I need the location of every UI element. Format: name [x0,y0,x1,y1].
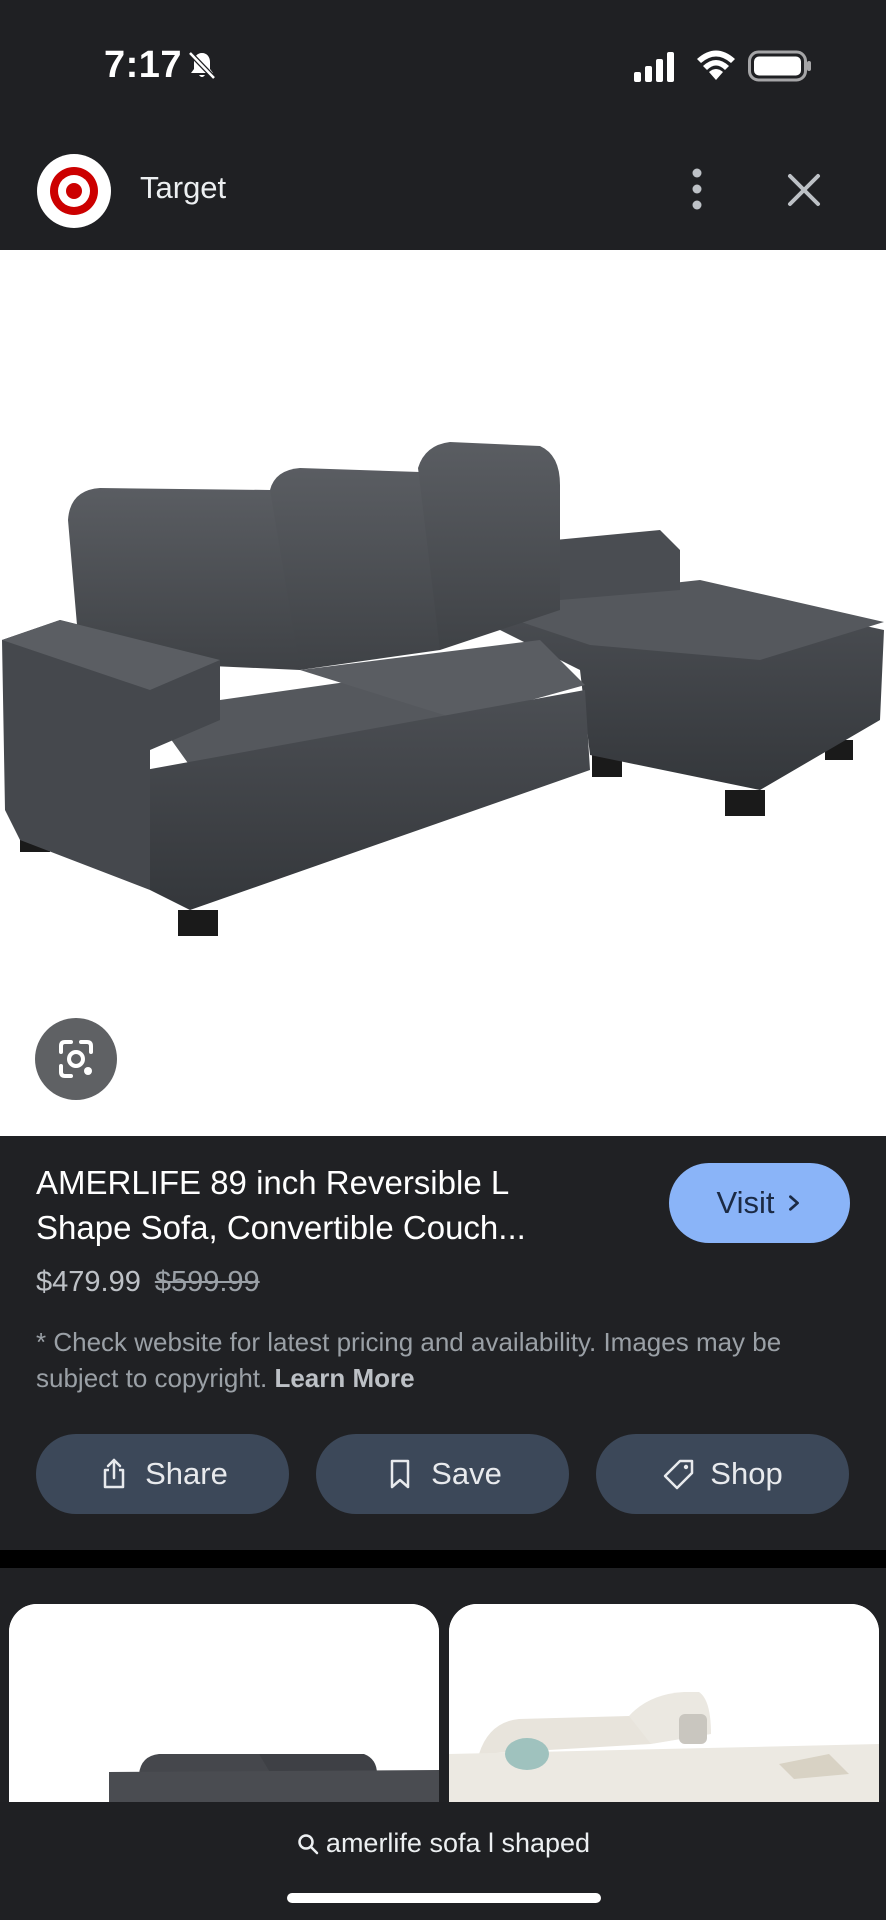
more-vert-icon[interactable] [680,164,714,214]
shop-label: Shop [710,1456,783,1491]
app-header: Target [0,130,886,250]
share-button[interactable]: Share [36,1434,289,1514]
save-button[interactable]: Save [316,1434,569,1514]
product-title[interactable]: AMERLIFE 89 inch Reversible L Shape Sofa… [36,1160,616,1250]
related-sofa-image [449,1604,879,1802]
site-name[interactable]: Target [140,170,226,206]
original-price: $599.99 [154,1266,260,1298]
share-icon [103,1458,125,1489]
chevron-right-icon [788,1195,799,1211]
shop-button[interactable]: Shop [596,1434,849,1514]
tag-icon [664,1459,694,1490]
battery-icon [748,50,811,82]
status-time: 7:17 [104,44,183,86]
wifi-icon [697,50,735,80]
search-query-text: amerlife sofa l shaped [325,1828,591,1858]
search-icon [298,1833,319,1854]
bell-slash-icon [188,51,216,80]
cellular-signal-icon [634,52,674,82]
learn-more-link[interactable]: Learn More [274,1363,414,1393]
save-label: Save [431,1456,502,1491]
home-indicator[interactable] [287,1893,601,1903]
related-sofa-image [9,1604,439,1802]
disclaimer: * Check website for latest pricing and a… [36,1324,856,1396]
close-icon[interactable] [784,170,824,210]
lens-icon [59,1040,93,1078]
product-title-line2: Shape Sofa, Convertible Couch... [36,1209,526,1246]
bottom-search-bar: amerlife sofa l shaped [0,1802,886,1920]
target-logo-icon[interactable] [37,154,111,228]
share-label: Share [145,1456,228,1491]
lens-search-button[interactable] [35,1018,117,1100]
section-divider [0,1550,886,1568]
product-title-line1: AMERLIFE 89 inch Reversible L [36,1164,510,1201]
visit-button[interactable]: Visit [669,1163,850,1243]
price-row: $479.99 $599.99 [36,1266,260,1299]
status-bar: 7:17 [0,0,886,130]
related-result-card[interactable] [449,1604,879,1802]
sofa-image [2,442,884,936]
product-info-panel: AMERLIFE 89 inch Reversible L Shape Sofa… [0,1136,886,1550]
current-price: $479.99 [36,1266,141,1298]
search-query-chip[interactable]: amerlife sofa l shaped [0,1828,886,1859]
related-results [0,1568,886,1802]
bookmark-icon [390,1459,410,1489]
visit-label: Visit [716,1185,775,1220]
product-image[interactable] [0,250,886,1136]
related-result-card[interactable] [9,1604,439,1802]
